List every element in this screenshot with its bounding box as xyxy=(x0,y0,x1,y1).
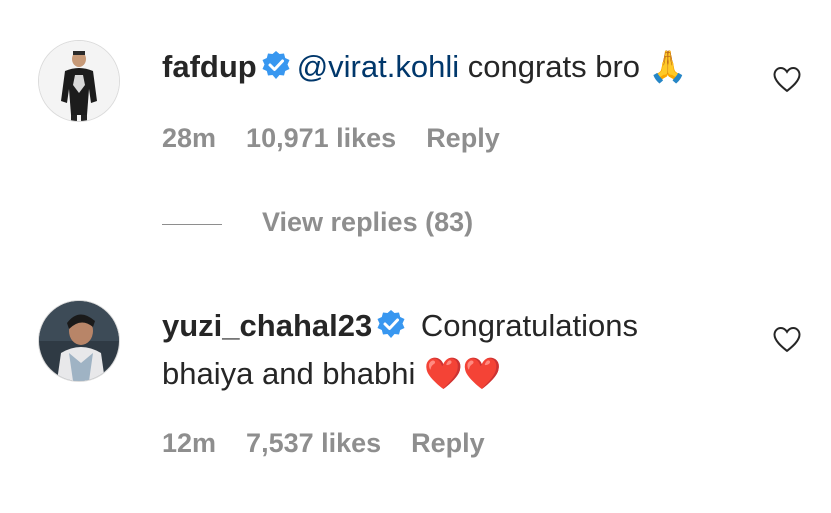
like-comment-2-heart-icon[interactable] xyxy=(772,325,802,358)
comment-2-body-line1: Congratulations xyxy=(412,308,638,343)
comment-2-body-line2: bhaiya and bhabhi xyxy=(162,356,425,391)
comment-1-body: congrats bro xyxy=(459,49,649,84)
comment-1-text: fafdup @virat.kohli congrats bro 🙏 xyxy=(162,44,687,92)
verified-badge-icon xyxy=(376,306,406,351)
comment-1-meta: 28m 10,971 likes Reply xyxy=(162,123,500,154)
comment-2-time: 12m xyxy=(162,428,217,458)
view-replies-divider xyxy=(162,224,222,225)
avatar-image xyxy=(39,41,119,121)
comment-2-likes[interactable]: 7,537 likes xyxy=(246,428,381,459)
avatar-fafdup[interactable] xyxy=(38,40,120,122)
comment-2-text: yuzi_chahal23 Congratulations bhaiya and… xyxy=(162,303,762,397)
comment-2-meta: 12m 7,537 likes Reply xyxy=(162,428,485,459)
comment-2-username[interactable]: yuzi_chahal23 xyxy=(162,308,372,343)
like-comment-1-heart-icon[interactable] xyxy=(772,65,802,98)
avatar-yuzi-chahal23[interactable] xyxy=(38,300,120,382)
verified-badge-icon xyxy=(261,47,291,92)
comment-1-username[interactable]: fafdup xyxy=(162,49,257,84)
comment-1-reply-button[interactable]: Reply xyxy=(426,123,500,154)
comment-2-reply-button[interactable]: Reply xyxy=(411,428,485,459)
comment-1-time: 28m xyxy=(162,123,217,153)
avatar-image xyxy=(39,301,119,381)
folded-hands-emoji: 🙏 xyxy=(648,49,688,85)
red-heart-emoji: ❤️❤️ xyxy=(424,356,502,392)
comment-1-mention[interactable]: @virat.kohli xyxy=(297,49,459,84)
comment-1-likes[interactable]: 10,971 likes xyxy=(246,123,396,154)
view-replies-button[interactable]: View replies (83) xyxy=(262,207,473,238)
